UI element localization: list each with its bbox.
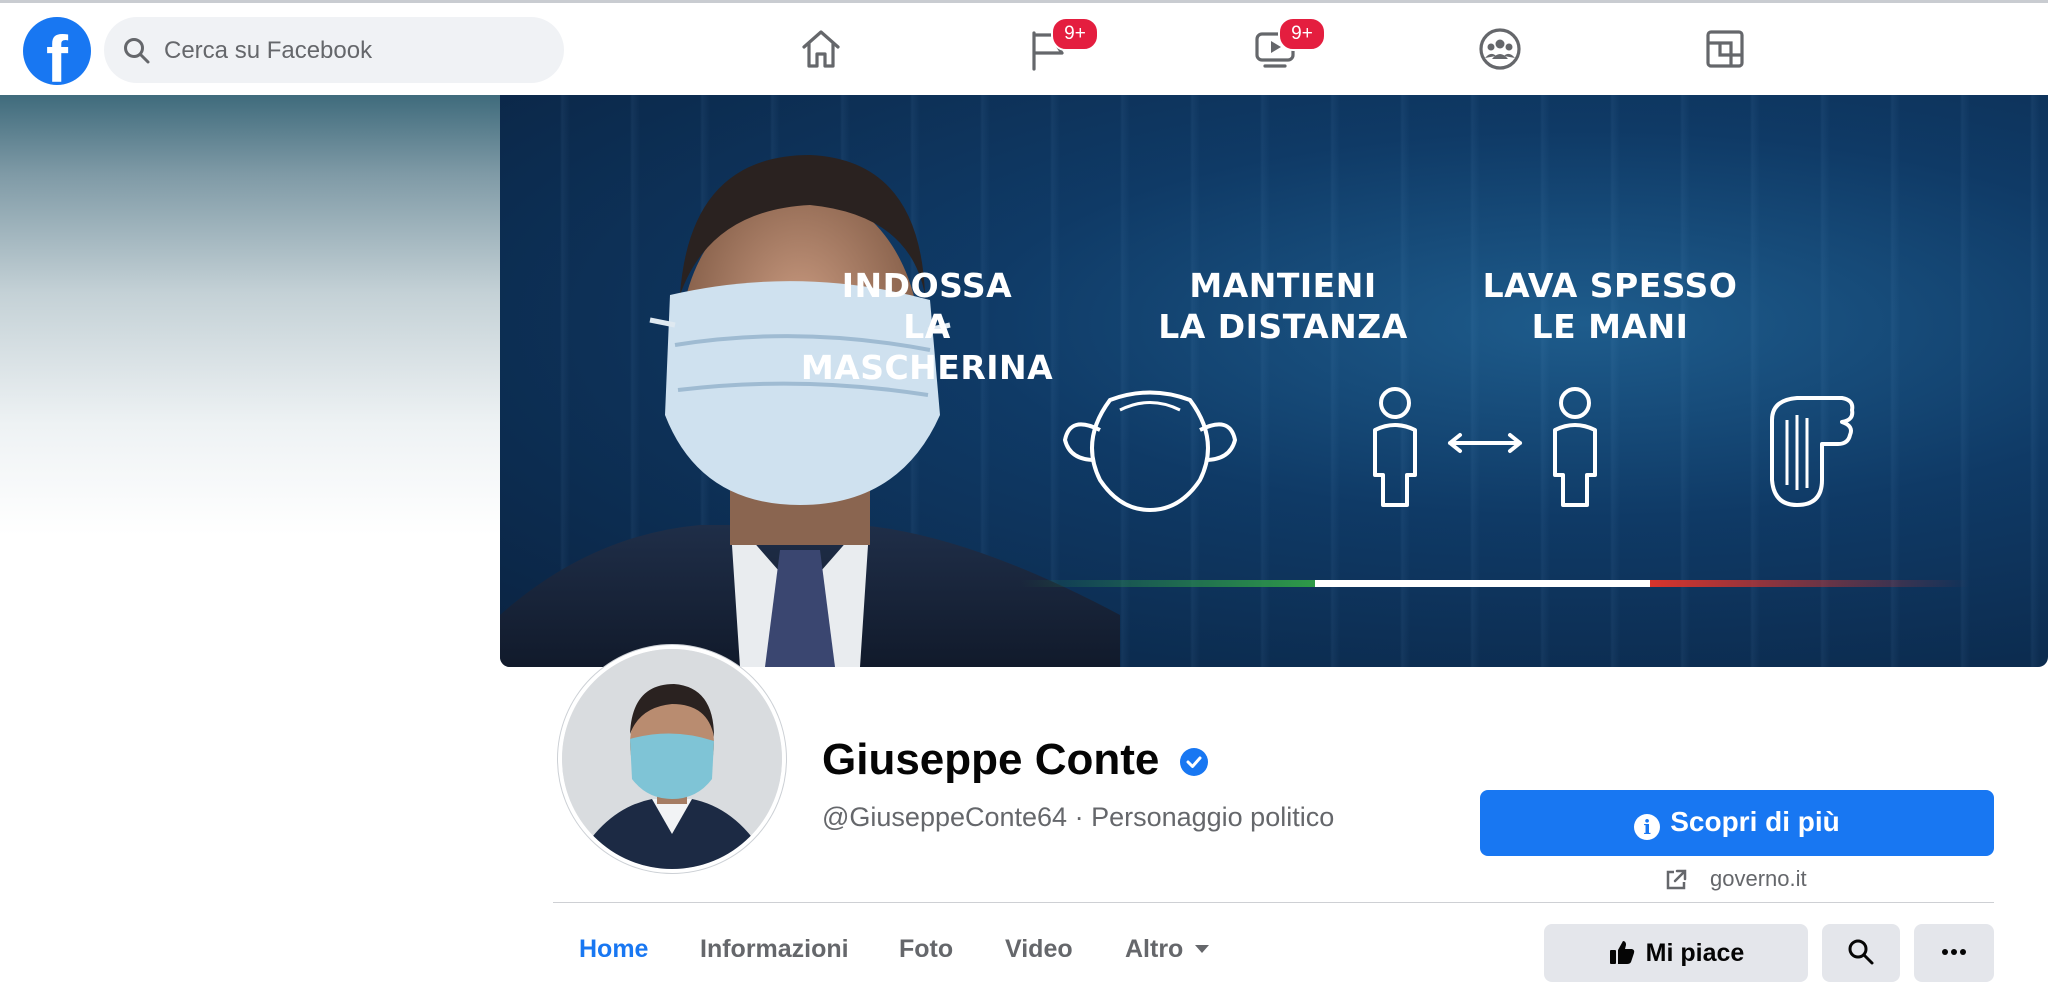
nav-gaming[interactable]	[1670, 9, 1780, 93]
tab-altro[interactable]: Altro	[1125, 935, 1210, 964]
cover-message-wash: LAVA SPESSO LE MANI	[1482, 266, 1738, 346]
learn-more-label: Scopri di più	[1670, 806, 1840, 837]
learn-more-button[interactable]: i Scopri di più	[1480, 790, 1994, 856]
tab-informazioni[interactable]: Informazioni	[700, 935, 849, 964]
cover-left-blur	[0, 95, 500, 535]
groups-icon	[1479, 28, 1521, 70]
search-box[interactable]	[104, 17, 564, 83]
more-options-button[interactable]	[1914, 924, 1994, 982]
home-icon	[802, 30, 840, 68]
distance-icon	[1373, 387, 1597, 507]
notification-badge: 9+	[1051, 17, 1099, 51]
page-name: Giuseppe Conte	[822, 735, 1160, 784]
notification-badge: 9+	[1278, 17, 1326, 51]
like-label: Mi piace	[1645, 939, 1745, 967]
tab-home[interactable]: Home	[579, 935, 648, 964]
cover-message-mask: INDOSSA LA MASCHERINA	[800, 266, 1054, 387]
search-input[interactable]	[162, 29, 546, 73]
profile-picture[interactable]	[558, 645, 786, 873]
info-icon: i	[1634, 814, 1661, 840]
avatar-portrait-image	[562, 649, 782, 869]
like-button[interactable]: Mi piace	[1544, 924, 1808, 982]
flag-stripe-green	[1020, 580, 1315, 587]
nav-pages[interactable]: 9+	[993, 9, 1103, 93]
tabs-divider	[553, 902, 1994, 903]
thumbs-up-icon	[1609, 941, 1634, 964]
mask-icon	[1062, 390, 1238, 513]
facebook-logo[interactable]: f	[23, 17, 91, 85]
cover-message-distance: MANTIENI LA DISTANZA	[1158, 266, 1408, 346]
external-link-icon	[1666, 869, 1687, 890]
top-navigation-bar: f 9+ 9+	[0, 3, 2048, 96]
nav-watch[interactable]: 9+	[1220, 9, 1330, 93]
flag-stripe-red	[1650, 580, 1970, 587]
chevron-down-icon	[1195, 945, 1210, 953]
verified-badge-icon	[1180, 748, 1208, 776]
gaming-icon	[1706, 30, 1744, 68]
tab-video[interactable]: Video	[1005, 935, 1073, 964]
cover-photo[interactable]: INDOSSA LA MASCHERINA MANTIENI LA DISTAN…	[500, 95, 2048, 667]
search-icon	[124, 38, 150, 64]
search-icon	[1848, 939, 1874, 965]
page-search-button[interactable]	[1822, 924, 1900, 982]
page-handle-category: @GiuseppeConte64 · Personaggio politico	[822, 802, 1335, 832]
nav-groups[interactable]	[1445, 9, 1555, 93]
tab-foto[interactable]: Foto	[899, 935, 953, 964]
more-dots-icon	[1942, 949, 1966, 955]
hand-wash-icon	[1770, 396, 1855, 507]
tab-altro-label: Altro	[1125, 935, 1184, 963]
nav-home[interactable]	[766, 9, 876, 93]
flag-stripe-white	[1315, 580, 1650, 587]
website-label: governo.it	[1710, 866, 1807, 891]
